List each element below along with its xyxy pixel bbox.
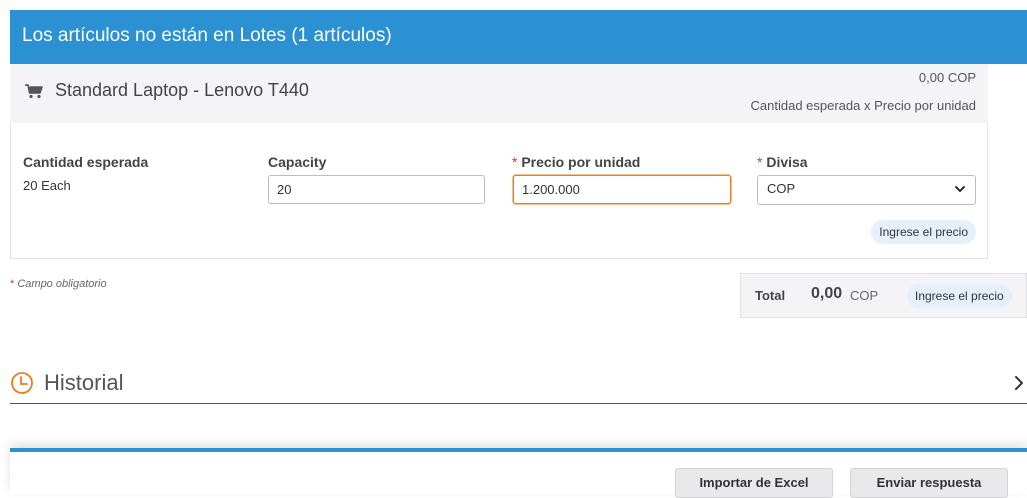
capacity-label: Capacity	[268, 154, 327, 170]
enter-price-badge: Ingrese el precio	[871, 220, 976, 244]
required-marker: *	[757, 154, 763, 170]
action-footer: Importar de Excel Enviar respuesta	[10, 448, 1027, 498]
section-title: Los artículos no están en Lotes (1 artíc…	[22, 25, 392, 46]
currency-selected-value: COP	[767, 181, 796, 196]
required-field-note: * Campo obligatorio	[10, 278, 107, 290]
total-currency: COP	[850, 288, 879, 303]
chevron-right-icon	[1015, 376, 1023, 390]
expected-qty-value: 20 Each	[23, 178, 71, 193]
capacity-input[interactable]	[268, 175, 485, 204]
total-enter-price-badge: Ingrese el precio	[907, 284, 1012, 308]
history-section-toggle[interactable]: Historial	[10, 365, 1027, 404]
currency-label: * Divisa	[757, 154, 808, 170]
history-title: Historial	[44, 370, 124, 395]
cart-icon	[25, 84, 43, 99]
line-item-row: Standard Laptop - Lenovo T440 0,00 COP C…	[10, 64, 988, 124]
send-response-button[interactable]: Enviar respuesta	[850, 468, 1008, 498]
expected-qty-label: Cantidad esperada	[23, 154, 149, 170]
total-box: Total 0,00 COP Ingrese el precio	[740, 273, 1027, 318]
item-details: Cantidad esperada 20 Each Capacity * Pre…	[10, 123, 988, 259]
chevron-down-icon	[955, 186, 965, 192]
import-excel-button[interactable]: Importar de Excel	[675, 468, 833, 498]
unit-price-input[interactable]	[513, 175, 731, 204]
total-amount: 0,00	[811, 285, 843, 302]
required-marker: *	[512, 154, 518, 170]
currency-select[interactable]: COP	[757, 175, 976, 205]
item-name: Standard Laptop - Lenovo T440	[55, 80, 309, 100]
clock-icon	[11, 372, 33, 394]
section-header: Los artículos no están en Lotes (1 artíc…	[10, 10, 1027, 64]
unit-price-label: * Precio por unidad	[512, 154, 641, 170]
item-price: 0,00 COP	[918, 70, 976, 85]
total-label: Total	[755, 288, 786, 303]
item-price-formula: Cantidad esperada x Precio por unidad	[750, 98, 976, 113]
